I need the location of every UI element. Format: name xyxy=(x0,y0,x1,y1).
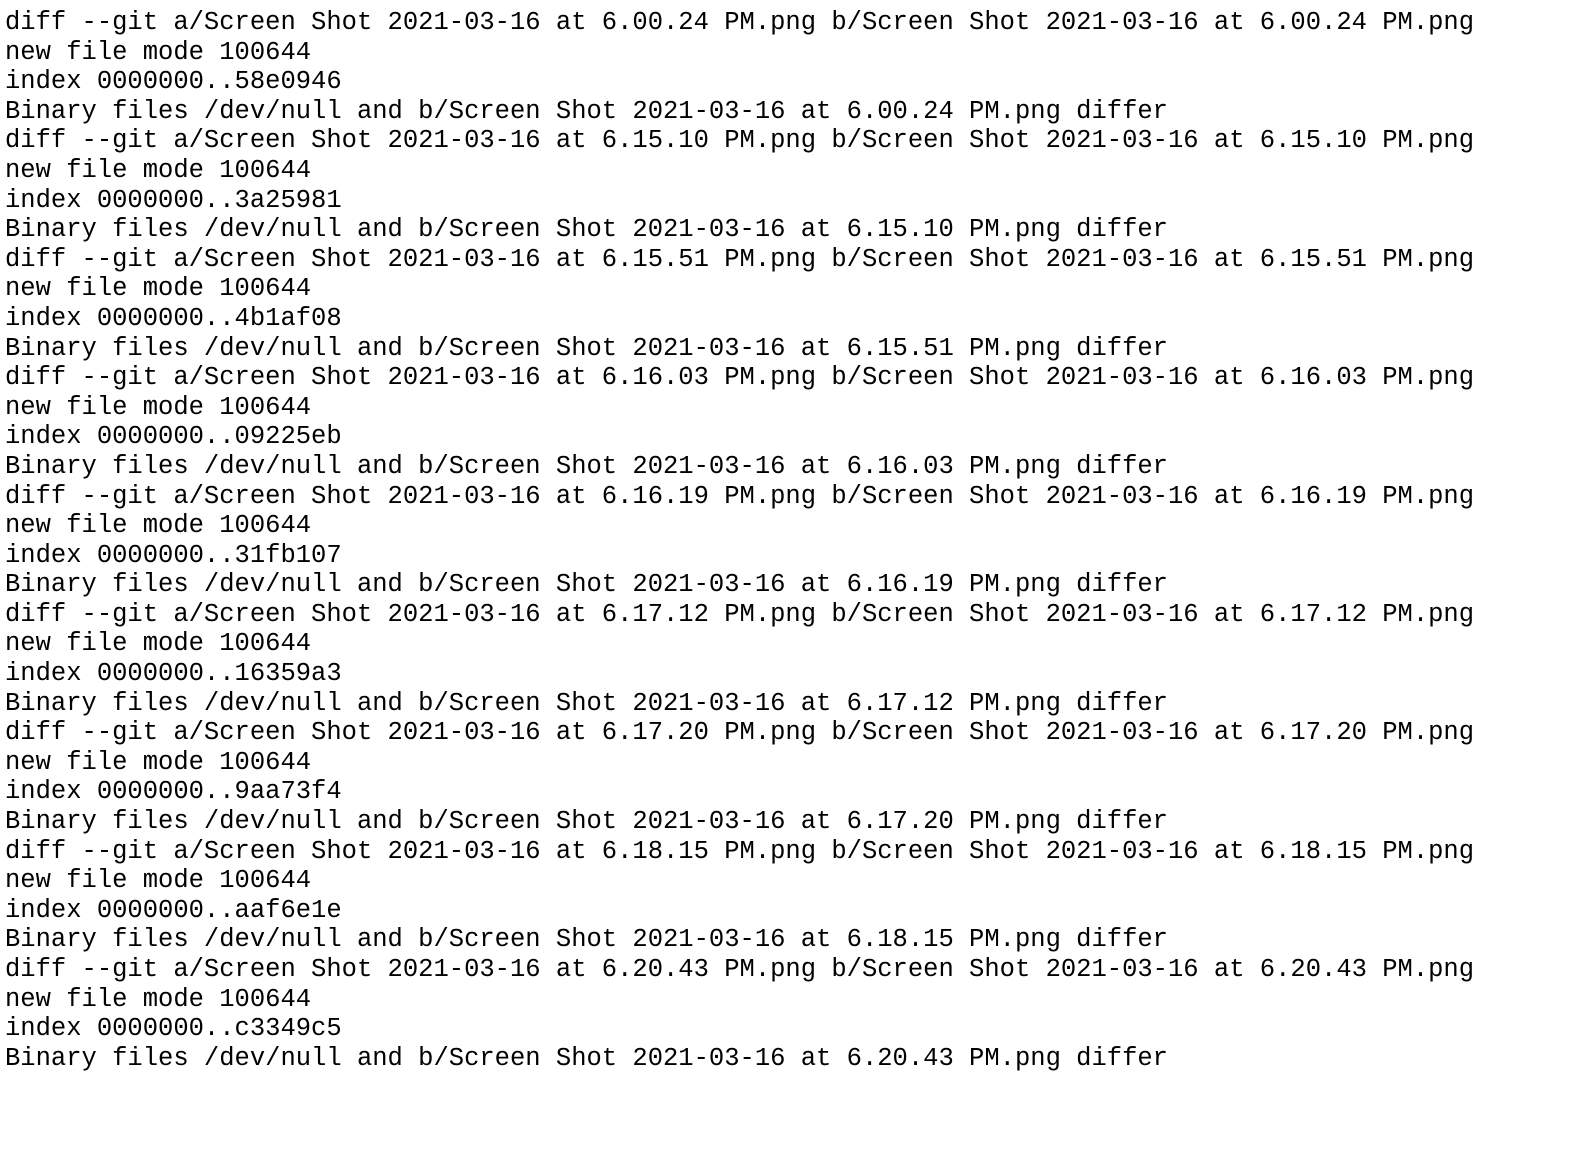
diff-header-line: diff --git a/Screen Shot 2021-03-16 at 6… xyxy=(5,244,1475,274)
diff-header-line: diff --git a/Screen Shot 2021-03-16 at 6… xyxy=(5,126,1475,156)
diff-header-line: diff --git a/Screen Shot 2021-03-16 at 6… xyxy=(5,481,1475,511)
file-mode-line: new file mode 100644 xyxy=(5,37,312,67)
diff-header-line: diff --git a/Screen Shot 2021-03-16 at 6… xyxy=(5,599,1475,629)
binary-differ-line: Binary files /dev/null and b/Screen Shot… xyxy=(5,96,1168,126)
diff-header-line: diff --git a/Screen Shot 2021-03-16 at 6… xyxy=(5,718,1475,748)
index-line: index 0000000..4b1af08 xyxy=(5,303,342,333)
diff-header-line: diff --git a/Screen Shot 2021-03-16 at 6… xyxy=(5,836,1475,866)
file-mode-line: new file mode 100644 xyxy=(5,629,312,659)
index-line: index 0000000..9aa73f4 xyxy=(5,777,342,807)
index-line: index 0000000..31fb107 xyxy=(5,540,342,570)
binary-differ-line: Binary files /dev/null and b/Screen Shot… xyxy=(5,333,1168,363)
binary-differ-line: Binary files /dev/null and b/Screen Shot… xyxy=(5,925,1168,955)
binary-differ-line: Binary files /dev/null and b/Screen Shot… xyxy=(5,1043,1168,1073)
index-line: index 0000000..c3349c5 xyxy=(5,1014,342,1044)
file-mode-line: new file mode 100644 xyxy=(5,511,312,541)
index-line: index 0000000..58e0946 xyxy=(5,67,342,97)
index-line: index 0000000..09225eb xyxy=(5,422,342,452)
index-line: index 0000000..16359a3 xyxy=(5,659,342,689)
binary-differ-line: Binary files /dev/null and b/Screen Shot… xyxy=(5,807,1168,837)
file-mode-line: new file mode 100644 xyxy=(5,274,312,304)
index-line: index 0000000..3a25981 xyxy=(5,185,342,215)
diff-header-line: diff --git a/Screen Shot 2021-03-16 at 6… xyxy=(5,955,1475,984)
index-line: index 0000000..aaf6e1e xyxy=(5,895,342,925)
binary-differ-line: Binary files /dev/null and b/Screen Shot… xyxy=(5,570,1168,600)
file-mode-line: new file mode 100644 xyxy=(5,155,312,185)
file-mode-line: new file mode 100644 xyxy=(5,747,312,777)
diff-header-line: diff --git a/Screen Shot 2021-03-16 at 6… xyxy=(5,363,1475,393)
file-mode-line: new file mode 100644 xyxy=(5,392,312,422)
diff-output: diff --git a/Screen Shot 2021-03-16 at 6… xyxy=(5,8,1474,1073)
diff-header-line: diff --git a/Screen Shot 2021-03-16 at 6… xyxy=(5,8,1475,37)
terminal-output[interactable]: diff --git a/Screen Shot 2021-03-16 at 6… xyxy=(0,0,1588,1152)
file-mode-line: new file mode 100644 xyxy=(5,866,312,896)
binary-differ-line: Binary files /dev/null and b/Screen Shot… xyxy=(5,451,1168,481)
binary-differ-line: Binary files /dev/null and b/Screen Shot… xyxy=(5,215,1168,245)
binary-differ-line: Binary files /dev/null and b/Screen Shot… xyxy=(5,688,1168,718)
file-mode-line: new file mode 100644 xyxy=(5,984,312,1014)
